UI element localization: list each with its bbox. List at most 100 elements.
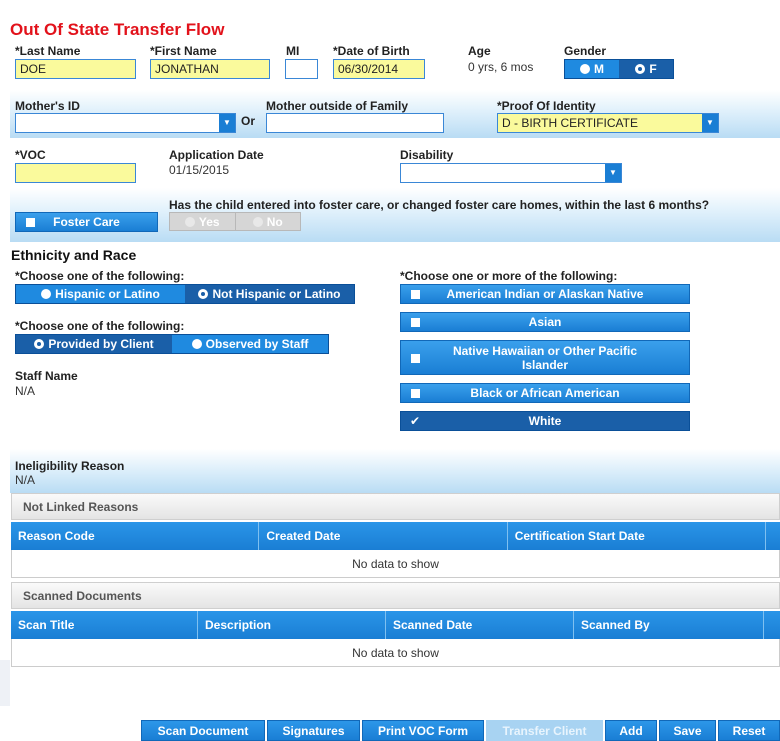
scanned-grid-header: Scan Title Description Scanned Date Scan…	[11, 611, 780, 639]
race-option-white[interactable]: ✔ White	[400, 411, 690, 431]
race-option-label: Asian	[528, 315, 562, 329]
ineligibility-band	[10, 449, 780, 493]
ineligibility-value: N/A	[15, 473, 36, 487]
foster-question: Has the child entered into foster care, …	[169, 198, 710, 212]
disability-select[interactable]: ▼	[400, 163, 622, 183]
column-header[interactable]: Scanned Date	[386, 611, 574, 639]
last-name-label: *Last Name	[15, 44, 81, 58]
race-option-label: American Indian or Alaskan Native	[446, 287, 644, 301]
column-header[interactable]: Scanned By	[574, 611, 764, 639]
gender-option-f[interactable]: F	[619, 60, 673, 78]
voc-field[interactable]	[15, 163, 136, 183]
ethnicity-option-not-hispanic[interactable]: Not Hispanic or Latino	[185, 285, 354, 303]
checkbox-icon	[411, 353, 420, 363]
source-toggle[interactable]: Provided by Client Observed by Staff	[15, 334, 329, 354]
reset-button[interactable]: Reset	[718, 720, 780, 741]
column-header[interactable]: Reason Code	[11, 522, 260, 550]
gender-option-f-label: F	[649, 62, 657, 76]
add-button[interactable]: Add	[605, 720, 657, 741]
ethnicity-toggle[interactable]: Hispanic or Latino Not Hispanic or Latin…	[15, 284, 355, 304]
radio-icon	[41, 289, 52, 299]
transfer-client-button[interactable]: Transfer Client	[486, 720, 603, 741]
not-linked-header: Not Linked Reasons	[11, 493, 780, 520]
column-header[interactable]: Created Date	[259, 522, 508, 550]
dob-label: *Date of Birth	[333, 44, 410, 58]
age-label: Age	[468, 44, 491, 58]
scan-document-button[interactable]: Scan Document	[141, 720, 265, 741]
mi-label: MI	[286, 44, 300, 58]
dob-field[interactable]: 06/30/2014	[333, 59, 425, 79]
not-linked-empty-row: No data to show	[11, 550, 780, 578]
race-option-black[interactable]: Black or African American	[400, 383, 690, 403]
race-option-native-hawaiian[interactable]: Native Hawaiian or Other Pacific Islande…	[400, 340, 690, 375]
foster-care-toggle[interactable]: Foster Care	[15, 212, 158, 232]
age-value: 0 yrs, 6 mos	[468, 60, 534, 74]
signatures-button[interactable]: Signatures	[267, 720, 360, 741]
chevron-down-icon[interactable]: ▼	[605, 164, 621, 182]
race-option-label: Black or African American	[470, 386, 620, 400]
not-linked-grid-header: Reason Code Created Date Certification S…	[11, 522, 780, 550]
checkbox-icon	[26, 218, 35, 227]
race-option-asian[interactable]: Asian	[400, 312, 690, 332]
application-date-value: 01/15/2015	[169, 163, 230, 177]
mothers-id-label: Mother's ID	[15, 99, 80, 113]
mi-field[interactable]	[285, 59, 318, 79]
page-title: Out Of State Transfer Flow	[10, 20, 225, 39]
chevron-down-icon[interactable]: ▼	[219, 114, 235, 132]
race-option-label: White	[528, 414, 562, 428]
race-option-american-indian[interactable]: American Indian or Alaskan Native	[400, 284, 690, 304]
checkbox-icon	[411, 290, 420, 299]
chevron-down-icon[interactable]: ▼	[702, 114, 718, 132]
foster-yes-label: Yes	[198, 214, 220, 229]
last-name-field[interactable]: DOE	[15, 59, 136, 79]
first-name-label: *First Name	[150, 44, 217, 58]
source-option-client-label: Provided by Client	[48, 337, 154, 351]
scanned-empty-row: No data to show	[11, 639, 780, 667]
staff-name-value: N/A	[15, 384, 36, 398]
radio-selected-icon	[198, 289, 209, 299]
column-header[interactable]: Scan Title	[11, 611, 198, 639]
scanned-documents-header: Scanned Documents	[11, 582, 780, 609]
print-voc-form-button[interactable]: Print VOC Form	[362, 720, 484, 741]
checkbox-icon	[411, 318, 420, 327]
radio-icon	[184, 216, 195, 227]
save-button[interactable]: Save	[659, 720, 716, 741]
radio-icon	[191, 339, 202, 349]
column-header-spacer	[766, 522, 780, 550]
radio-icon	[580, 64, 590, 74]
proof-identity-value: D - BIRTH CERTIFICATE	[502, 116, 639, 130]
gender-label: Gender	[564, 44, 607, 58]
source-option-client[interactable]: Provided by Client	[16, 335, 172, 353]
foster-no-option[interactable]: No	[234, 213, 301, 230]
checkmark-icon: ✔	[410, 414, 421, 428]
column-header-spacer	[764, 611, 780, 639]
application-date-label: Application Date	[169, 148, 264, 162]
ethnicity-prompt: *Choose one of the following:	[15, 269, 185, 283]
gender-option-m-label: M	[594, 62, 604, 76]
foster-no-label: No	[266, 214, 283, 229]
or-text: Or	[241, 114, 256, 128]
source-option-staff[interactable]: Observed by Staff	[172, 335, 328, 353]
column-header[interactable]: Description	[198, 611, 386, 639]
voc-label: *VOC	[15, 148, 46, 162]
foster-care-label: Foster Care	[53, 215, 120, 229]
radio-icon	[252, 216, 263, 227]
checkbox-icon	[411, 389, 420, 398]
column-header[interactable]: Certification Start Date	[508, 522, 766, 550]
mothers-id-select[interactable]: ▼	[15, 113, 236, 133]
ethnicity-option-not-hispanic-label: Not Hispanic or Latino	[212, 287, 341, 301]
gender-option-m[interactable]: M	[565, 60, 619, 78]
staff-name-label: Staff Name	[15, 369, 78, 383]
gender-toggle[interactable]: M F	[564, 59, 674, 79]
proof-identity-select[interactable]: D - BIRTH CERTIFICATE ▼	[497, 113, 719, 133]
foster-yes-option[interactable]: Yes	[170, 213, 235, 230]
proof-identity-label: *Proof Of Identity	[497, 99, 596, 113]
first-name-field[interactable]: JONATHAN	[150, 59, 270, 79]
source-option-staff-label: Observed by Staff	[205, 337, 309, 351]
mother-outside-field[interactable]	[266, 113, 444, 133]
ethnicity-option-hispanic[interactable]: Hispanic or Latino	[16, 285, 185, 303]
source-prompt: *Choose one of the following:	[15, 319, 185, 333]
radio-selected-icon	[34, 339, 45, 349]
mother-outside-label: Mother outside of Family	[266, 99, 409, 113]
foster-yes-no-toggle[interactable]: Yes No	[169, 212, 301, 231]
